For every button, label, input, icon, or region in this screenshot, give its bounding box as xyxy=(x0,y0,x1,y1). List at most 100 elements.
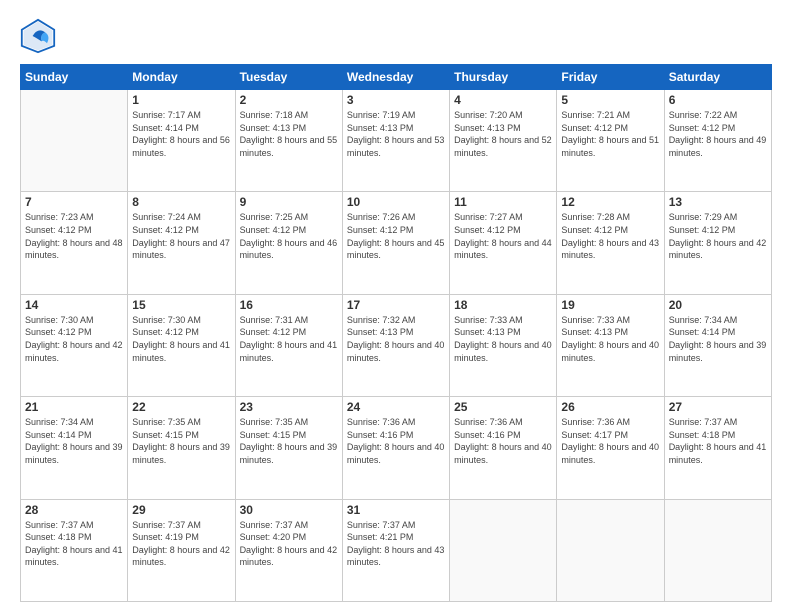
page: SundayMondayTuesdayWednesdayThursdayFrid… xyxy=(0,0,792,612)
calendar-cell: 29 Sunrise: 7:37 AMSunset: 4:19 PMDayligh… xyxy=(128,499,235,601)
day-info: Sunrise: 7:25 AMSunset: 4:12 PMDaylight:… xyxy=(240,211,338,261)
day-number: 7 xyxy=(25,195,123,209)
day-info: Sunrise: 7:22 AMSunset: 4:12 PMDaylight:… xyxy=(669,109,767,159)
day-number: 10 xyxy=(347,195,445,209)
day-number: 4 xyxy=(454,93,552,107)
day-number: 8 xyxy=(132,195,230,209)
day-number: 15 xyxy=(132,298,230,312)
calendar-table: SundayMondayTuesdayWednesdayThursdayFrid… xyxy=(20,64,772,602)
header-row: SundayMondayTuesdayWednesdayThursdayFrid… xyxy=(21,65,772,90)
calendar-cell: 12 Sunrise: 7:28 AMSunset: 4:12 PMDayligh… xyxy=(557,192,664,294)
day-number: 21 xyxy=(25,400,123,414)
day-number: 2 xyxy=(240,93,338,107)
day-number: 19 xyxy=(561,298,659,312)
day-info: Sunrise: 7:29 AMSunset: 4:12 PMDaylight:… xyxy=(669,211,767,261)
day-header: Thursday xyxy=(450,65,557,90)
day-number: 28 xyxy=(25,503,123,517)
calendar-cell: 30Sunrise: 7:37 AMSunset: 4:20 PMDayligh… xyxy=(235,499,342,601)
day-info: Sunrise: 7:36 AMSunset: 4:17 PMDaylight:… xyxy=(561,416,659,466)
day-info: Sunrise: 7:37 AMSunset: 4:21 PMDaylight:… xyxy=(347,519,445,569)
day-info: Sunrise: 7:24 AMSunset: 4:12 PMDaylight:… xyxy=(132,211,230,261)
calendar-cell: 19Sunrise: 7:33 AMSunset: 4:13 PMDayligh… xyxy=(557,294,664,396)
day-info: Sunrise: 7:31 AMSunset: 4:12 PMDaylight:… xyxy=(240,314,338,364)
day-header: Friday xyxy=(557,65,664,90)
day-number: 9 xyxy=(240,195,338,209)
day-info: Sunrise: 7:32 AMSunset: 4:13 PMDaylight:… xyxy=(347,314,445,364)
day-number: 11 xyxy=(454,195,552,209)
calendar-cell: 4 Sunrise: 7:20 AMSunset: 4:13 PMDaylight… xyxy=(450,90,557,192)
calendar-cell: 21Sunrise: 7:34 AMSunset: 4:14 PMDayligh… xyxy=(21,397,128,499)
day-number: 1 xyxy=(132,93,230,107)
calendar-cell: 17Sunrise: 7:32 AMSunset: 4:13 PMDayligh… xyxy=(342,294,449,396)
calendar-cell: 23Sunrise: 7:35 AMSunset: 4:15 PMDayligh… xyxy=(235,397,342,499)
calendar-cell: 9 Sunrise: 7:25 AMSunset: 4:12 PMDaylight… xyxy=(235,192,342,294)
calendar-cell: 16 Sunrise: 7:31 AMSunset: 4:12 PMDayligh… xyxy=(235,294,342,396)
day-info: Sunrise: 7:35 AMSunset: 4:15 PMDaylight:… xyxy=(132,416,230,466)
day-info: Sunrise: 7:36 AMSunset: 4:16 PMDaylight:… xyxy=(347,416,445,466)
day-info: Sunrise: 7:19 AMSunset: 4:13 PMDaylight:… xyxy=(347,109,445,159)
calendar-cell: 25 Sunrise: 7:36 AMSunset: 4:16 PMDayligh… xyxy=(450,397,557,499)
day-number: 30 xyxy=(240,503,338,517)
day-number: 13 xyxy=(669,195,767,209)
calendar-cell: 18Sunrise: 7:33 AMSunset: 4:13 PMDayligh… xyxy=(450,294,557,396)
day-number: 16 xyxy=(240,298,338,312)
day-header: Tuesday xyxy=(235,65,342,90)
calendar-cell: 26 Sunrise: 7:36 AMSunset: 4:17 PMDayligh… xyxy=(557,397,664,499)
day-info: Sunrise: 7:26 AMSunset: 4:12 PMDaylight:… xyxy=(347,211,445,261)
calendar-header: SundayMondayTuesdayWednesdayThursdayFrid… xyxy=(21,65,772,90)
day-info: Sunrise: 7:21 AMSunset: 4:12 PMDaylight:… xyxy=(561,109,659,159)
calendar-cell: 1 Sunrise: 7:17 AMSunset: 4:14 PMDaylight… xyxy=(128,90,235,192)
calendar-cell: 10 Sunrise: 7:26 AMSunset: 4:12 PMDayligh… xyxy=(342,192,449,294)
day-number: 26 xyxy=(561,400,659,414)
calendar-week: 1 Sunrise: 7:17 AMSunset: 4:14 PMDaylight… xyxy=(21,90,772,192)
day-number: 22 xyxy=(132,400,230,414)
calendar-cell: 2Sunrise: 7:18 AMSunset: 4:13 PMDaylight… xyxy=(235,90,342,192)
calendar-cell: 11 Sunrise: 7:27 AMSunset: 4:12 PMDayligh… xyxy=(450,192,557,294)
calendar-cell: 20 Sunrise: 7:34 AMSunset: 4:14 PMDayligh… xyxy=(664,294,771,396)
calendar-cell: 15 Sunrise: 7:30 AMSunset: 4:12 PMDayligh… xyxy=(128,294,235,396)
calendar-cell: 6 Sunrise: 7:22 AMSunset: 4:12 PMDaylight… xyxy=(664,90,771,192)
day-info: Sunrise: 7:30 AMSunset: 4:12 PMDaylight:… xyxy=(25,314,123,364)
day-header: Wednesday xyxy=(342,65,449,90)
day-info: Sunrise: 7:17 AMSunset: 4:14 PMDaylight:… xyxy=(132,109,230,159)
day-number: 3 xyxy=(347,93,445,107)
calendar-week: 7Sunrise: 7:23 AMSunset: 4:12 PMDaylight… xyxy=(21,192,772,294)
day-info: Sunrise: 7:36 AMSunset: 4:16 PMDaylight:… xyxy=(454,416,552,466)
calendar-cell xyxy=(450,499,557,601)
calendar-cell: 28 Sunrise: 7:37 AMSunset: 4:18 PMDayligh… xyxy=(21,499,128,601)
day-number: 12 xyxy=(561,195,659,209)
day-number: 6 xyxy=(669,93,767,107)
day-info: Sunrise: 7:27 AMSunset: 4:12 PMDaylight:… xyxy=(454,211,552,261)
calendar-cell: 13 Sunrise: 7:29 AMSunset: 4:12 PMDayligh… xyxy=(664,192,771,294)
day-info: Sunrise: 7:30 AMSunset: 4:12 PMDaylight:… xyxy=(132,314,230,364)
day-number: 29 xyxy=(132,503,230,517)
calendar-cell: 22 Sunrise: 7:35 AMSunset: 4:15 PMDayligh… xyxy=(128,397,235,499)
day-header: Saturday xyxy=(664,65,771,90)
day-info: Sunrise: 7:20 AMSunset: 4:13 PMDaylight:… xyxy=(454,109,552,159)
calendar-cell: 31 Sunrise: 7:37 AMSunset: 4:21 PMDayligh… xyxy=(342,499,449,601)
day-info: Sunrise: 7:37 AMSunset: 4:18 PMDaylight:… xyxy=(25,519,123,569)
calendar-cell xyxy=(664,499,771,601)
day-number: 23 xyxy=(240,400,338,414)
day-number: 20 xyxy=(669,298,767,312)
day-info: Sunrise: 7:37 AMSunset: 4:18 PMDaylight:… xyxy=(669,416,767,466)
header xyxy=(20,18,772,54)
logo xyxy=(20,18,60,54)
day-number: 24 xyxy=(347,400,445,414)
day-number: 14 xyxy=(25,298,123,312)
day-info: Sunrise: 7:37 AMSunset: 4:19 PMDaylight:… xyxy=(132,519,230,569)
day-number: 25 xyxy=(454,400,552,414)
calendar-cell: 5 Sunrise: 7:21 AMSunset: 4:12 PMDaylight… xyxy=(557,90,664,192)
day-info: Sunrise: 7:34 AMSunset: 4:14 PMDaylight:… xyxy=(669,314,767,364)
calendar-cell: 3 Sunrise: 7:19 AMSunset: 4:13 PMDaylight… xyxy=(342,90,449,192)
logo-icon xyxy=(20,18,56,54)
day-number: 27 xyxy=(669,400,767,414)
day-number: 31 xyxy=(347,503,445,517)
calendar-cell xyxy=(21,90,128,192)
day-number: 18 xyxy=(454,298,552,312)
day-info: Sunrise: 7:28 AMSunset: 4:12 PMDaylight:… xyxy=(561,211,659,261)
day-number: 5 xyxy=(561,93,659,107)
calendar-week: 21Sunrise: 7:34 AMSunset: 4:14 PMDayligh… xyxy=(21,397,772,499)
calendar-cell: 7Sunrise: 7:23 AMSunset: 4:12 PMDaylight… xyxy=(21,192,128,294)
calendar-cell: 8 Sunrise: 7:24 AMSunset: 4:12 PMDaylight… xyxy=(128,192,235,294)
